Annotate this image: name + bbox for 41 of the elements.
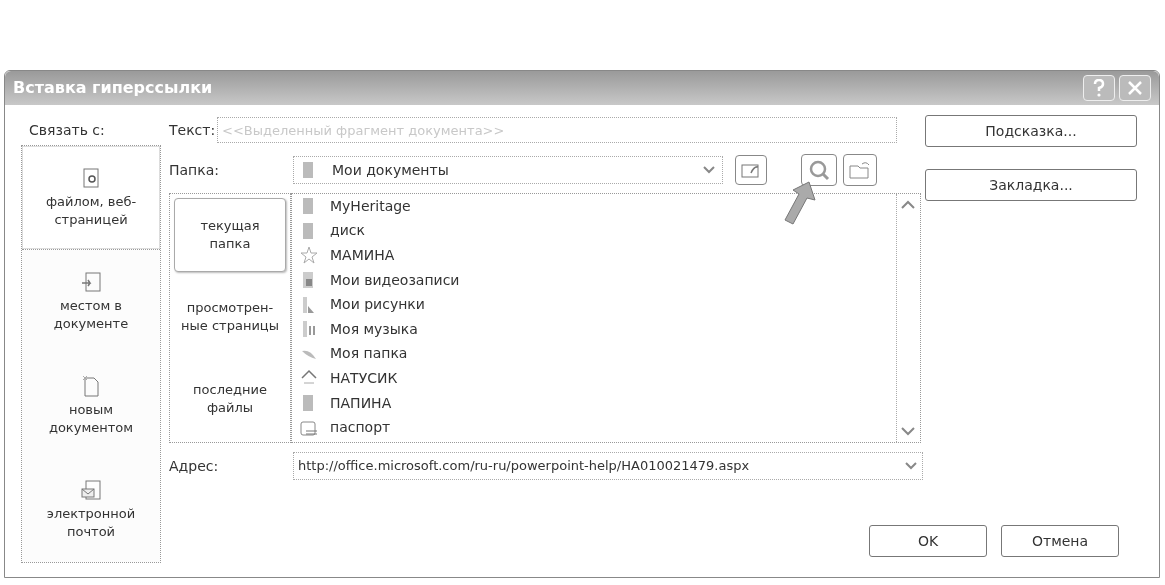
file-list-item[interactable]: Моя папка xyxy=(300,341,896,367)
folder-label: Папка: xyxy=(169,160,220,180)
up-folder-button[interactable] xyxy=(735,155,767,185)
address-value: http://office.microsoft.com/ru-ru/powerpoint-help/HA010021479.aspx xyxy=(297,457,751,476)
close-button[interactable] xyxy=(1119,75,1151,101)
view-tab[interactable]: просмотрен-ные страницы xyxy=(174,280,286,354)
dialog-button[interactable]: Отмена xyxy=(1001,525,1119,557)
side-button[interactable]: Закладка... xyxy=(925,169,1137,201)
file-list-item[interactable]: Мои видеозаписи xyxy=(300,267,896,293)
file-list-item[interactable]: Моя музыка xyxy=(300,316,896,342)
folder-value: Мои документы xyxy=(332,160,450,180)
document-icon xyxy=(80,375,102,397)
file-list-item[interactable]: МАМИНА xyxy=(300,243,896,268)
link-to-label: Связать с: xyxy=(28,120,106,140)
document-icon xyxy=(80,166,102,189)
folder-dropdown[interactable]: Мои документы xyxy=(293,156,723,184)
file-list-item[interactable]: диск xyxy=(300,218,896,244)
document-icon xyxy=(80,479,102,501)
file-list-item[interactable]: паспорт xyxy=(300,415,896,440)
side-button[interactable]: Подсказка... xyxy=(925,115,1137,147)
document-icon xyxy=(80,271,102,293)
link-to-option[interactable]: файлом, веб-страницей xyxy=(22,146,160,250)
view-tab[interactable]: последние файлы xyxy=(174,362,286,436)
file-list-item[interactable]: НАТУСИК xyxy=(300,366,896,391)
window-title: Вставка гиперссылки xyxy=(13,77,213,99)
search-icon xyxy=(808,159,830,181)
dialog-button[interactable]: OK xyxy=(869,525,987,557)
browse-file-button[interactable] xyxy=(843,154,877,186)
help-icon xyxy=(1092,79,1106,97)
file-list-item[interactable]: Мои рисунки xyxy=(300,292,896,317)
help-button[interactable] xyxy=(1083,75,1115,101)
star-icon xyxy=(300,246,318,265)
address-label: Адрес: xyxy=(169,456,220,476)
close-icon xyxy=(1127,80,1143,96)
open-folder-icon xyxy=(848,160,872,180)
folder-up-icon xyxy=(741,161,761,179)
file-list-item[interactable]: MyHeritage xyxy=(300,194,896,219)
view-tab[interactable]: текущая папка xyxy=(174,198,286,272)
file-list-item[interactable]: ПАПИНА xyxy=(300,390,896,416)
address-field[interactable]: http://office.microsoft.com/ru-ru/powerpoint-help/HA010021479.aspx xyxy=(293,452,923,480)
text-label: Текст: xyxy=(169,120,217,140)
